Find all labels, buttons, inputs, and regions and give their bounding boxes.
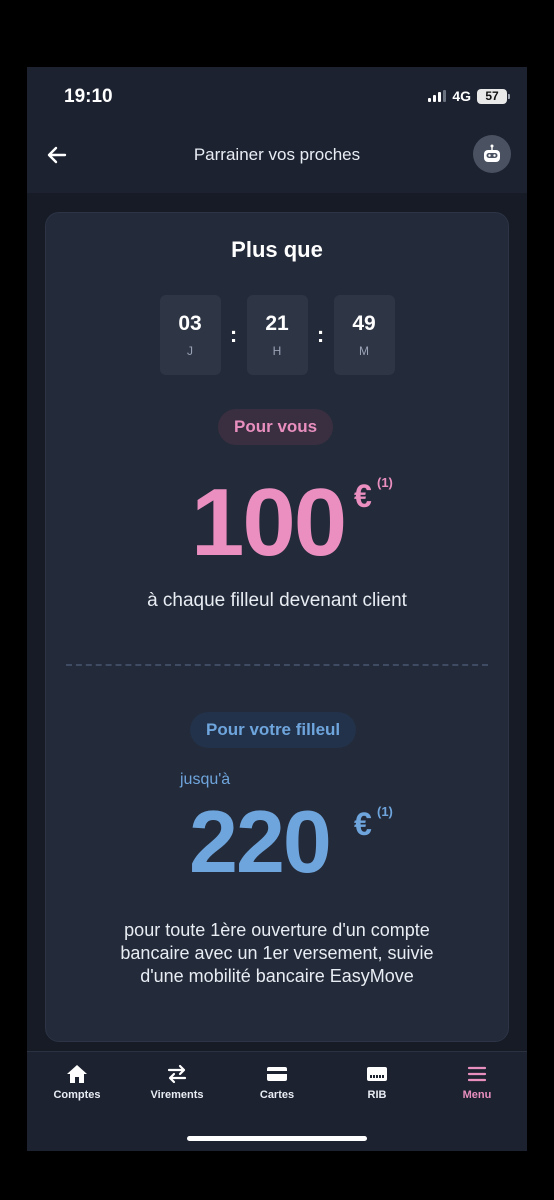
countdown-unit: M bbox=[359, 344, 369, 358]
countdown-unit: J bbox=[187, 344, 193, 358]
bottom-tab-bar: Comptes Virements Cartes RIB Menu bbox=[27, 1051, 527, 1151]
home-indicator[interactable] bbox=[187, 1136, 367, 1141]
dashed-divider bbox=[66, 664, 488, 666]
content-area[interactable]: Plus que 03 J : 21 H : 49 M Pour vous 10… bbox=[27, 193, 527, 1051]
status-time: 19:10 bbox=[64, 86, 113, 107]
menu-icon bbox=[467, 1066, 487, 1082]
countdown-unit: H bbox=[272, 344, 282, 358]
currency-symbol: € bbox=[354, 478, 372, 514]
transfer-icon bbox=[167, 1064, 187, 1084]
reward-description-you: à chaque filleul devenant client bbox=[147, 590, 407, 611]
tab-rib[interactable]: RIB bbox=[327, 1052, 427, 1112]
tab-label: Comptes bbox=[53, 1089, 101, 1101]
for-you-badge: Pour vous bbox=[218, 409, 334, 445]
currency-symbol: € bbox=[354, 806, 372, 842]
robot-icon bbox=[484, 144, 500, 162]
countdown-timer: 03 J : 21 H : 49 M bbox=[46, 295, 508, 375]
countdown-value: 03 bbox=[178, 312, 202, 335]
reward-amount-you: 100 bbox=[191, 469, 347, 576]
signal-icon bbox=[428, 90, 447, 102]
page-title: Parrainer vos proches bbox=[193, 145, 361, 164]
phone-screen: 19:10 4G 57 Parrainer vos proches Plus q… bbox=[27, 67, 527, 1151]
footnote-marker: (1) bbox=[377, 804, 393, 819]
tab-comptes[interactable]: Comptes bbox=[27, 1052, 127, 1112]
card-icon bbox=[267, 1067, 287, 1081]
tab-virements[interactable]: Virements bbox=[127, 1052, 227, 1112]
countdown-hours: 21 H bbox=[246, 295, 308, 375]
tab-label: Cartes bbox=[259, 1089, 295, 1101]
network-type: 4G bbox=[452, 88, 471, 104]
countdown-minutes: 49 M bbox=[333, 295, 395, 375]
home-icon bbox=[67, 1065, 87, 1083]
countdown-title: Plus que bbox=[231, 237, 323, 262]
tab-menu[interactable]: Menu bbox=[427, 1052, 527, 1112]
countdown-separator: : bbox=[229, 322, 238, 347]
countdown-value: 21 bbox=[265, 312, 289, 335]
page-header: Parrainer vos proches bbox=[27, 125, 527, 193]
description-line: d'une mobilité bancaire EasyMove bbox=[140, 966, 414, 986]
reward-description-filleul: pour toute 1ère ouverture d'un compte ba… bbox=[76, 919, 478, 988]
status-indicators: 4G 57 bbox=[428, 88, 510, 104]
for-filleul-badge: Pour votre filleul bbox=[190, 712, 357, 748]
countdown-days: 03 J bbox=[159, 295, 221, 375]
battery-icon: 57 bbox=[477, 88, 510, 104]
description-line: pour toute 1ère ouverture d'un compte bbox=[124, 920, 430, 940]
status-bar: 19:10 4G 57 bbox=[27, 67, 527, 125]
footnote-marker: (1) bbox=[377, 475, 393, 490]
assistant-button[interactable] bbox=[473, 135, 511, 173]
countdown-separator: : bbox=[316, 322, 325, 347]
countdown-value: 49 bbox=[352, 312, 376, 335]
tab-label: Virements bbox=[150, 1089, 204, 1101]
rib-icon bbox=[367, 1067, 387, 1081]
tab-cartes[interactable]: Cartes bbox=[227, 1052, 327, 1112]
tab-label: Menu bbox=[462, 1089, 492, 1101]
description-line: bancaire avec un 1er versement, suivie bbox=[120, 943, 434, 963]
tab-label: RIB bbox=[367, 1089, 387, 1101]
reward-amount-filleul: 220 bbox=[189, 792, 332, 891]
referral-offer-card: Plus que 03 J : 21 H : 49 M Pour vous 10… bbox=[45, 212, 509, 1042]
up-to-label: jusqu'à bbox=[180, 771, 231, 788]
